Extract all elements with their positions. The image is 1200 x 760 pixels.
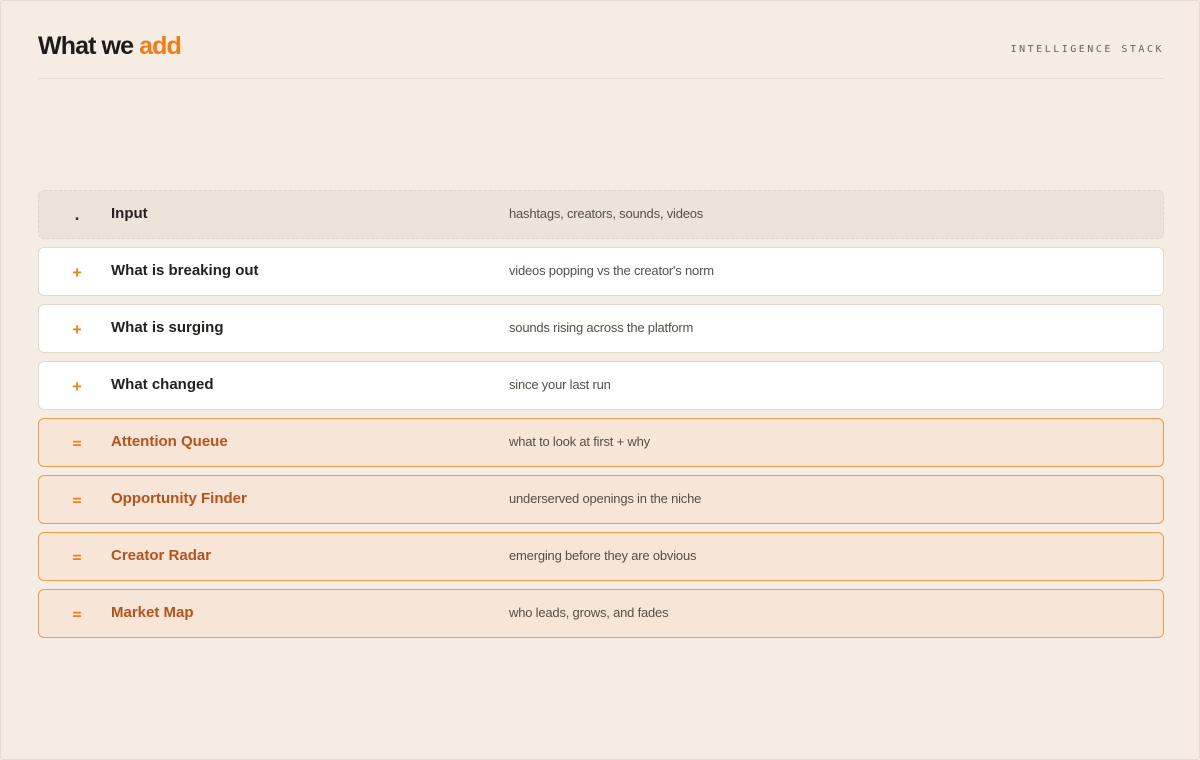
row-description: videos popping vs the creator's norm xyxy=(509,263,714,278)
row-symbol: = xyxy=(72,434,82,452)
row-symbol: = xyxy=(72,491,82,509)
header: What we add INTELLIGENCE STACK xyxy=(38,31,1164,79)
stack-row-input: . Input hashtags, creators, sounds, vide… xyxy=(38,190,1164,239)
stack-row-market-map: = Market Map who leads, grows, and fades xyxy=(38,589,1164,638)
row-name: Opportunity Finder xyxy=(111,490,247,507)
row-description: emerging before they are obvious xyxy=(509,548,697,563)
row-name: Attention Queue xyxy=(111,433,228,450)
row-name: Market Map xyxy=(111,604,194,621)
row-name: What is breaking out xyxy=(111,262,259,279)
row-description: who leads, grows, and fades xyxy=(509,605,669,620)
title-plain: What we xyxy=(38,32,134,60)
row-name: Creator Radar xyxy=(111,547,212,564)
page-frame: What we add INTELLIGENCE STACK . Input h… xyxy=(0,0,1200,760)
row-symbol: = xyxy=(72,605,82,623)
stack-row-breaking-out: + What is breaking out videos popping vs… xyxy=(38,247,1164,296)
row-symbol: + xyxy=(72,377,82,395)
row-name: Input xyxy=(111,205,148,222)
stack-label: INTELLIGENCE STACK xyxy=(1010,44,1164,55)
stack-row-surging: + What is surging sounds rising across t… xyxy=(38,304,1164,353)
row-name: What changed xyxy=(111,376,214,393)
row-symbol: = xyxy=(72,548,82,566)
stack-row-creator-radar: = Creator Radar emerging before they are… xyxy=(38,532,1164,581)
stack-list: . Input hashtags, creators, sounds, vide… xyxy=(38,190,1164,646)
row-symbol: + xyxy=(72,263,82,281)
row-description: underserved openings in the niche xyxy=(509,491,702,506)
row-name: What is surging xyxy=(111,319,224,336)
title-accent: add xyxy=(139,32,182,60)
row-description: what to look at first + why xyxy=(509,434,650,449)
stack-row-changed: + What changed since your last run xyxy=(38,361,1164,410)
page-title: What we add xyxy=(38,31,182,61)
row-description: hashtags, creators, sounds, videos xyxy=(509,206,704,221)
row-description: sounds rising across the platform xyxy=(509,320,694,335)
row-symbol: + xyxy=(72,320,82,338)
stack-row-opportunity-finder: = Opportunity Finder underserved opening… xyxy=(38,475,1164,524)
row-description: since your last run xyxy=(509,377,611,392)
row-symbol: . xyxy=(72,206,82,224)
stack-row-attention-queue: = Attention Queue what to look at first … xyxy=(38,418,1164,467)
